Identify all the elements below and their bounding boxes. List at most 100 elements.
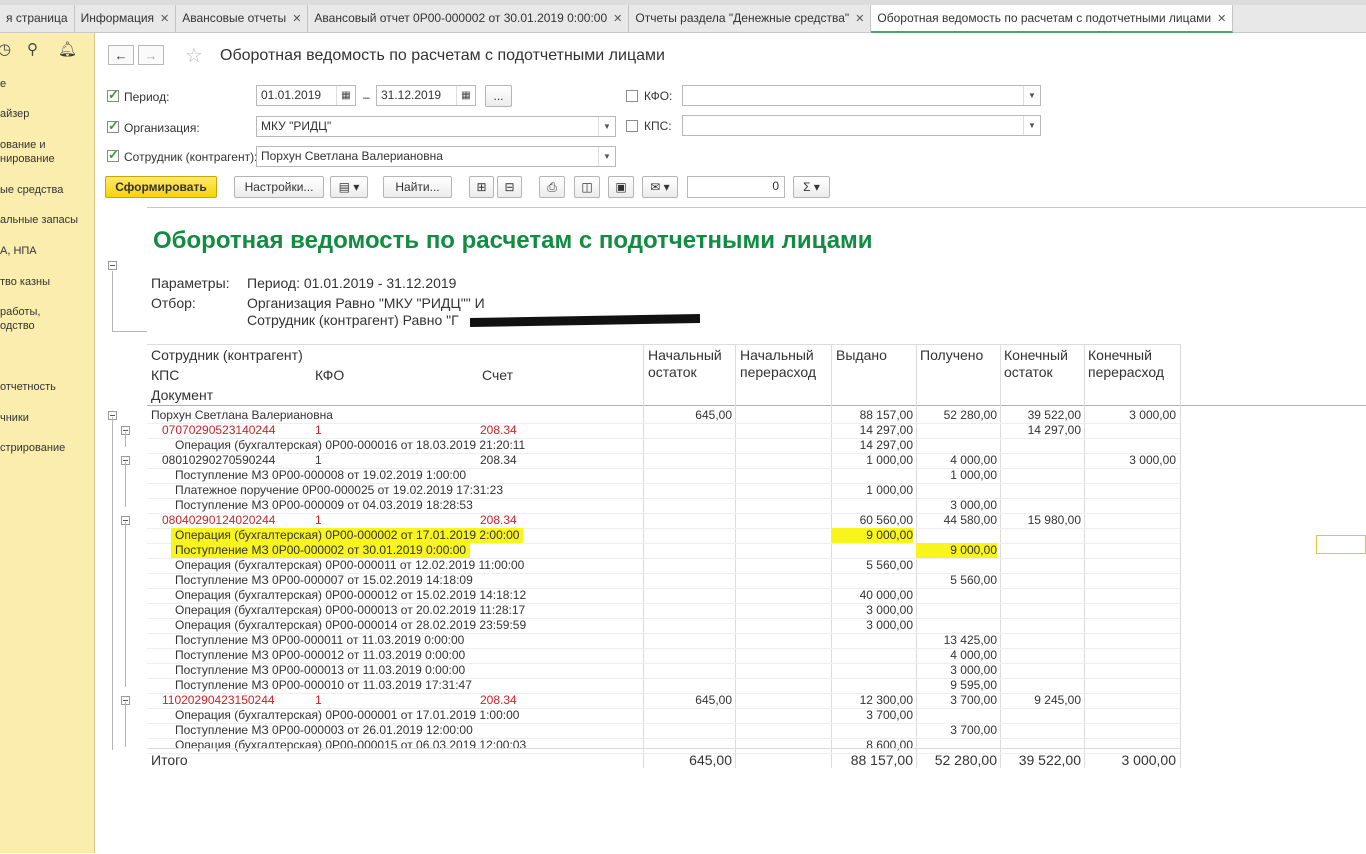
document-row[interactable]: Операция (бухгалтерская) 0Р00-000014 от … [147, 618, 1180, 633]
document-row[interactable]: Поступление МЗ 0Р00-000007 от 15.02.2019… [147, 573, 1180, 588]
document-row[interactable]: Поступление МЗ 0Р00-000003 от 26.01.2019… [147, 723, 1180, 738]
chevron-down-icon[interactable]: ▼ [598, 147, 615, 166]
kps-row[interactable]: 08040290124020244 1 208.34 60 560,00 44 580,… [147, 513, 1180, 528]
sidebar-item[interactable]: А, НПА [0, 244, 37, 258]
document-row[interactable]: Операция (бухгалтерская) 0Р00-000011 от … [147, 558, 1180, 573]
header-kps: КПС [151, 367, 180, 383]
document-row[interactable]: Поступление МЗ 0Р00-000010 от 11.03.2019… [147, 678, 1180, 693]
sidebar-item[interactable]: ование и [0, 138, 46, 152]
document-row[interactable]: Платежное поручение 0Р00-000025 от 19.02… [147, 483, 1180, 498]
close-icon[interactable]: ✕ [160, 13, 169, 25]
document-row[interactable]: Поступление МЗ 0Р00-000008 от 19.02.2019… [147, 468, 1180, 483]
period-from-field[interactable]: 01.01.2019 ▦ [256, 85, 356, 106]
kps-field[interactable]: ▼ [682, 115, 1041, 136]
collapse-header-icon[interactable] [108, 261, 117, 270]
tab-3[interactable]: Авансовый отчет 0Р00-000002 от 30.01.201… [308, 5, 630, 32]
document-row[interactable]: Поступление МЗ 0Р00-000011 от 11.03.2019… [147, 633, 1180, 648]
print-button[interactable]: ⎙ [539, 176, 565, 198]
sidebar-item[interactable]: тво казны [0, 275, 50, 289]
sidebar-item[interactable]: стрирование [0, 441, 65, 455]
document-row[interactable]: Поступление МЗ 0Р00-000002 от 30.01.2019… [147, 543, 1180, 558]
expand-groups-button[interactable]: ⊞ [469, 176, 494, 198]
period-to-field[interactable]: 31.12.2019 ▦ [376, 85, 476, 106]
folder-icon: ▤ ▾ [338, 180, 360, 194]
header-start-overrun: Начальный перерасход [740, 347, 817, 380]
document-row[interactable]: Операция (бухгалтерская) 0Р00-000002 от … [147, 528, 1180, 543]
document-row[interactable]: Операция (бухгалтерская) 0Р00-000016 от … [147, 438, 1180, 453]
settings-button[interactable]: Настройки... [234, 176, 324, 198]
kfo-field[interactable]: ▼ [682, 85, 1041, 106]
close-icon[interactable]: ✕ [855, 13, 864, 25]
forward-button[interactable]: → [138, 45, 164, 65]
tab-5[interactable]: Оборотная ведомость по расчетам с подотч… [871, 5, 1234, 33]
preview-button[interactable]: ◫ [574, 176, 600, 198]
period-select-button[interactable]: ... [485, 85, 512, 107]
sum-button[interactable]: Σ ▾ [793, 176, 830, 198]
kps-row[interactable]: 11020290423150244 1 208.34 645,00 12 300,00 3… [147, 693, 1180, 708]
chevron-down-icon[interactable]: ▼ [1023, 116, 1040, 135]
send-button[interactable]: ✉ ▾ [642, 176, 678, 198]
close-icon[interactable]: ✕ [613, 13, 622, 25]
period-from-value: 01.01.2019 [261, 88, 322, 102]
sidebar-item[interactable]: чники [0, 411, 29, 425]
close-icon[interactable]: ✕ [292, 13, 301, 25]
history-icon[interactable]: ◷ [0, 40, 11, 58]
sidebar-item[interactable]: работы, [0, 305, 40, 319]
search-icon[interactable]: ⚲ [27, 40, 38, 58]
tab-label: Отчеты раздела "Денежные средства" [635, 11, 850, 25]
generate-button[interactable]: Сформировать [105, 176, 217, 198]
kps-row[interactable]: 08010290270590244 1 208.34 1 000,00 4 000,00… [147, 453, 1180, 468]
tab-4[interactable]: Отчеты раздела "Денежные средства" ✕ [629, 5, 872, 32]
employee-value: Порхун Светлана Валериановна [261, 149, 443, 163]
kps-checkbox[interactable] [626, 120, 638, 132]
sidebar-item[interactable]: е [0, 77, 6, 91]
variants-button[interactable]: ▤ ▾ [330, 176, 368, 198]
cell-rec: 3 700,00 [950, 693, 997, 707]
sidebar-item[interactable]: ые средства [0, 183, 63, 197]
chevron-down-icon[interactable]: ▼ [1023, 86, 1040, 105]
row-label: Платежное поручение 0Р00-000025 от 19.02… [175, 483, 503, 497]
cell-rec: 9 595,00 [950, 678, 997, 692]
row-label: Операция (бухгалтерская) 0Р00-000011 от … [175, 558, 525, 572]
params-label: Параметры: [151, 275, 230, 291]
find-button[interactable]: Найти... [383, 176, 452, 198]
kfo-checkbox[interactable] [626, 90, 638, 102]
collapse-groups-button[interactable]: ⊟ [497, 176, 522, 198]
sidebar-item[interactable]: альные запасы [0, 213, 78, 227]
tab-1[interactable]: Информация ✕ [75, 5, 177, 32]
calendar-icon[interactable]: ▦ [336, 86, 355, 105]
sidebar-item[interactable]: нирование [0, 152, 55, 166]
chevron-down-icon[interactable]: ▼ [598, 117, 615, 136]
tab-2[interactable]: Авансовые отчеты ✕ [176, 5, 309, 32]
employee-row[interactable]: Порхун Светлана Валериановна 645,00 88 157… [147, 408, 1180, 423]
document-row[interactable]: Поступление МЗ 0Р00-000009 от 04.03.2019… [147, 498, 1180, 513]
row-account: 208.34 [480, 453, 517, 467]
document-row[interactable]: Поступление МЗ 0Р00-000013 от 11.03.2019… [147, 663, 1180, 678]
disk-icon: ▣ [615, 180, 627, 194]
total-start-balance: 645,00 [689, 752, 732, 768]
document-row[interactable]: Операция (бухгалтерская) 0Р00-000013 от … [147, 603, 1180, 618]
kps-row[interactable]: 07070290523140244 1 208.34 14 297,00 14 297,… [147, 423, 1180, 438]
row-label: 11020290423150244 [162, 693, 275, 707]
cell-rec: 9 000,00 [916, 543, 997, 558]
save-button[interactable]: ▣ [608, 176, 634, 198]
employee-checkbox[interactable] [107, 147, 119, 163]
organization-checkbox[interactable] [107, 118, 119, 134]
sidebar-item[interactable]: отчетность [0, 380, 56, 394]
back-button[interactable]: ← [108, 45, 134, 65]
favorite-star-icon[interactable]: ☆ [185, 43, 203, 68]
tab-0[interactable]: я страница [0, 5, 75, 32]
sidebar-item[interactable]: айзер [0, 107, 29, 121]
document-row[interactable]: Поступление МЗ 0Р00-000012 от 11.03.2019… [147, 648, 1180, 663]
document-row[interactable]: Операция (бухгалтерская) 0Р00-000012 от … [147, 588, 1180, 603]
sum-field[interactable]: 0 [687, 176, 785, 198]
organization-field[interactable]: МКУ "РИДЦ" ▼ [256, 116, 616, 137]
period-checkbox[interactable] [107, 87, 119, 103]
close-icon[interactable]: ✕ [1217, 13, 1226, 25]
document-row[interactable]: Операция (бухгалтерская) 0Р00-000001 от … [147, 708, 1180, 723]
sidebar-item[interactable]: одство [0, 319, 35, 333]
employee-field[interactable]: Порхун Светлана Валериановна ▼ [256, 146, 616, 167]
bell-icon[interactable]: 🔔︎ [58, 40, 77, 58]
selected-cell-marker[interactable] [1316, 535, 1366, 554]
calendar-icon[interactable]: ▦ [456, 86, 475, 105]
